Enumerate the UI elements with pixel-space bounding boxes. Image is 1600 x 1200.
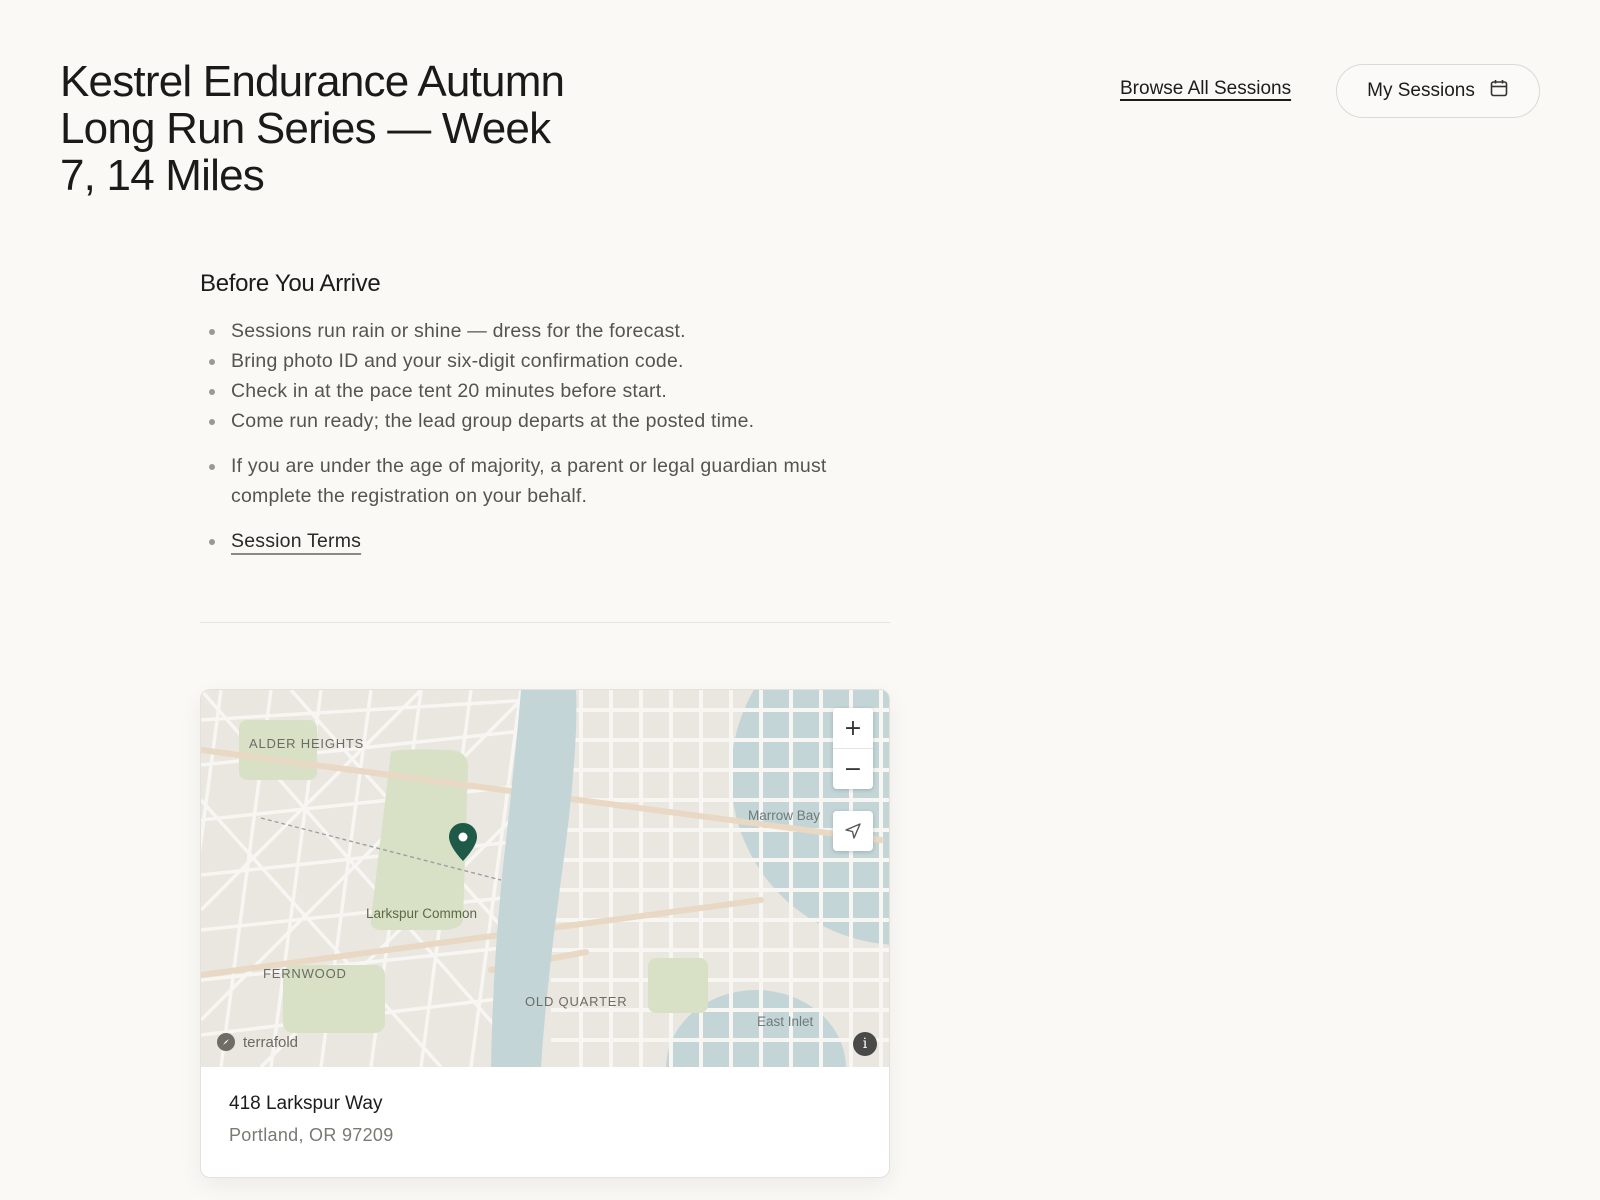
map[interactable]: ALDER HEIGHTS FERNWOOD OLD QUARTER Marro… xyxy=(201,690,889,1067)
before-you-arrive-section: Before You Arrive Sessions run rain or s… xyxy=(200,270,890,556)
instructions-list: Sessions run rain or shine — dress for t… xyxy=(200,316,890,556)
compass-logo-icon xyxy=(217,1033,235,1051)
my-sessions-label: My Sessions xyxy=(1367,80,1475,101)
address-block: 418 Larkspur Way Portland, OR 97209 xyxy=(201,1067,889,1172)
district-label: ALDER HEIGHTS xyxy=(249,736,365,751)
map-attribution: terrafold xyxy=(217,1033,298,1051)
section-heading: Before You Arrive xyxy=(200,270,381,297)
browse-all-sessions-link[interactable]: Browse All Sessions xyxy=(1120,78,1291,100)
list-item: Come run ready; the lead group departs a… xyxy=(200,406,890,436)
page-title: Kestrel Endurance Autumn Long Run Series… xyxy=(60,57,565,200)
list-item: Session Terms xyxy=(200,526,890,556)
park-label: Larkspur Common xyxy=(366,906,478,921)
zoom-controls: + − xyxy=(833,708,873,789)
zoom-out-button[interactable]: − xyxy=(833,749,873,789)
list-item: Bring photo ID and your six-digit confir… xyxy=(200,346,890,376)
address-line-1: 418 Larkspur Way xyxy=(229,1093,383,1114)
list-item: Check in at the pace tent 20 minutes bef… xyxy=(200,376,890,406)
district-label: OLD QUARTER xyxy=(525,994,628,1009)
list-item: Sessions run rain or shine — dress for t… xyxy=(200,316,890,346)
list-item: If you are under the age of majority, a … xyxy=(200,451,890,511)
calendar-icon xyxy=(1489,78,1509,104)
my-sessions-button[interactable]: My Sessions xyxy=(1336,64,1540,118)
water-label: Marrow Bay xyxy=(748,808,821,823)
zoom-in-button[interactable]: + xyxy=(833,708,873,748)
divider xyxy=(200,622,890,623)
location-card: ALDER HEIGHTS FERNWOOD OLD QUARTER Marro… xyxy=(200,689,890,1178)
map-info-button[interactable]: i xyxy=(853,1032,877,1056)
session-terms-link[interactable]: Session Terms xyxy=(231,530,361,552)
address-line-2: Portland, OR 97209 xyxy=(229,1125,394,1145)
district-label: FERNWOOD xyxy=(263,966,347,981)
locate-button[interactable] xyxy=(833,811,873,851)
navigation-arrow-icon xyxy=(833,811,873,851)
location-pin-icon[interactable] xyxy=(448,822,478,867)
attribution-text: terrafold xyxy=(243,1033,299,1051)
water-label: East Inlet xyxy=(757,1014,814,1029)
